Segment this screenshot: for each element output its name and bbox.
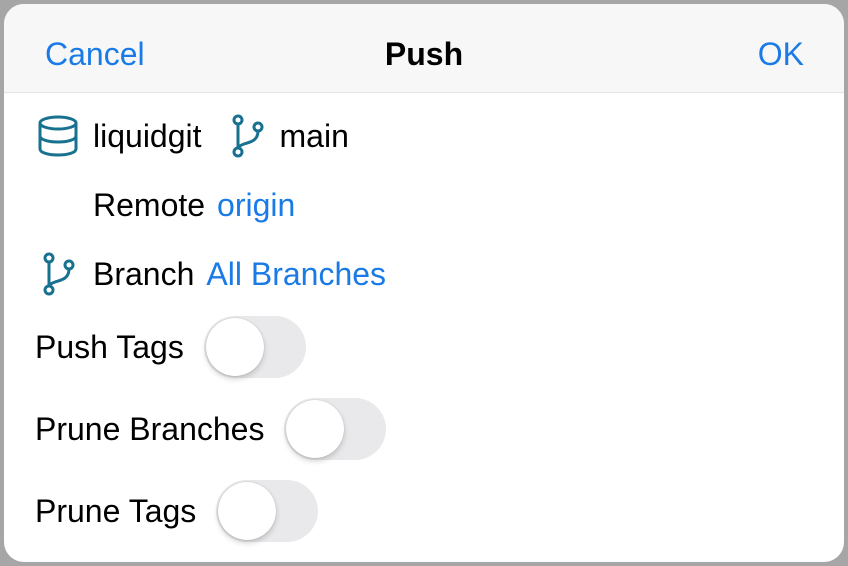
push-tags-label: Push Tags bbox=[35, 328, 184, 365]
current-branch-name: main bbox=[279, 117, 349, 154]
prune-branches-label: Prune Branches bbox=[35, 410, 265, 447]
repository-row: liquidgit main bbox=[37, 114, 349, 158]
remote-label: Remote bbox=[93, 186, 206, 223]
prune-tags-row: Prune Tags bbox=[35, 480, 319, 542]
database-icon bbox=[37, 114, 79, 158]
dialog-title: Push bbox=[384, 36, 464, 72]
push-tags-toggle[interactable] bbox=[203, 316, 306, 378]
branch-row[interactable]: Branch All Branches bbox=[39, 252, 386, 296]
toggle-knob bbox=[286, 400, 345, 458]
push-tags-row: Push Tags bbox=[35, 316, 306, 378]
prune-tags-label: Prune Tags bbox=[35, 492, 197, 529]
git-branch-icon bbox=[228, 114, 268, 158]
remote-value-link[interactable]: origin bbox=[217, 187, 295, 224]
push-dialog: Cancel Push OK liquidgit main Remote ori… bbox=[4, 4, 844, 562]
prune-branches-toggle[interactable] bbox=[284, 398, 387, 460]
toggle-knob bbox=[205, 318, 264, 376]
git-branch-icon bbox=[39, 252, 79, 296]
remote-row[interactable]: Remote origin bbox=[93, 184, 295, 226]
branch-value-link[interactable]: All Branches bbox=[206, 256, 386, 293]
navigation-bar: Cancel Push OK bbox=[4, 4, 844, 93]
prune-branches-row: Prune Branches bbox=[35, 398, 387, 460]
repository-name: liquidgit bbox=[93, 117, 202, 154]
ok-button[interactable]: OK bbox=[758, 34, 804, 74]
branch-label: Branch bbox=[93, 255, 195, 292]
prune-tags-toggle[interactable] bbox=[216, 480, 319, 542]
toggle-knob bbox=[218, 482, 277, 540]
